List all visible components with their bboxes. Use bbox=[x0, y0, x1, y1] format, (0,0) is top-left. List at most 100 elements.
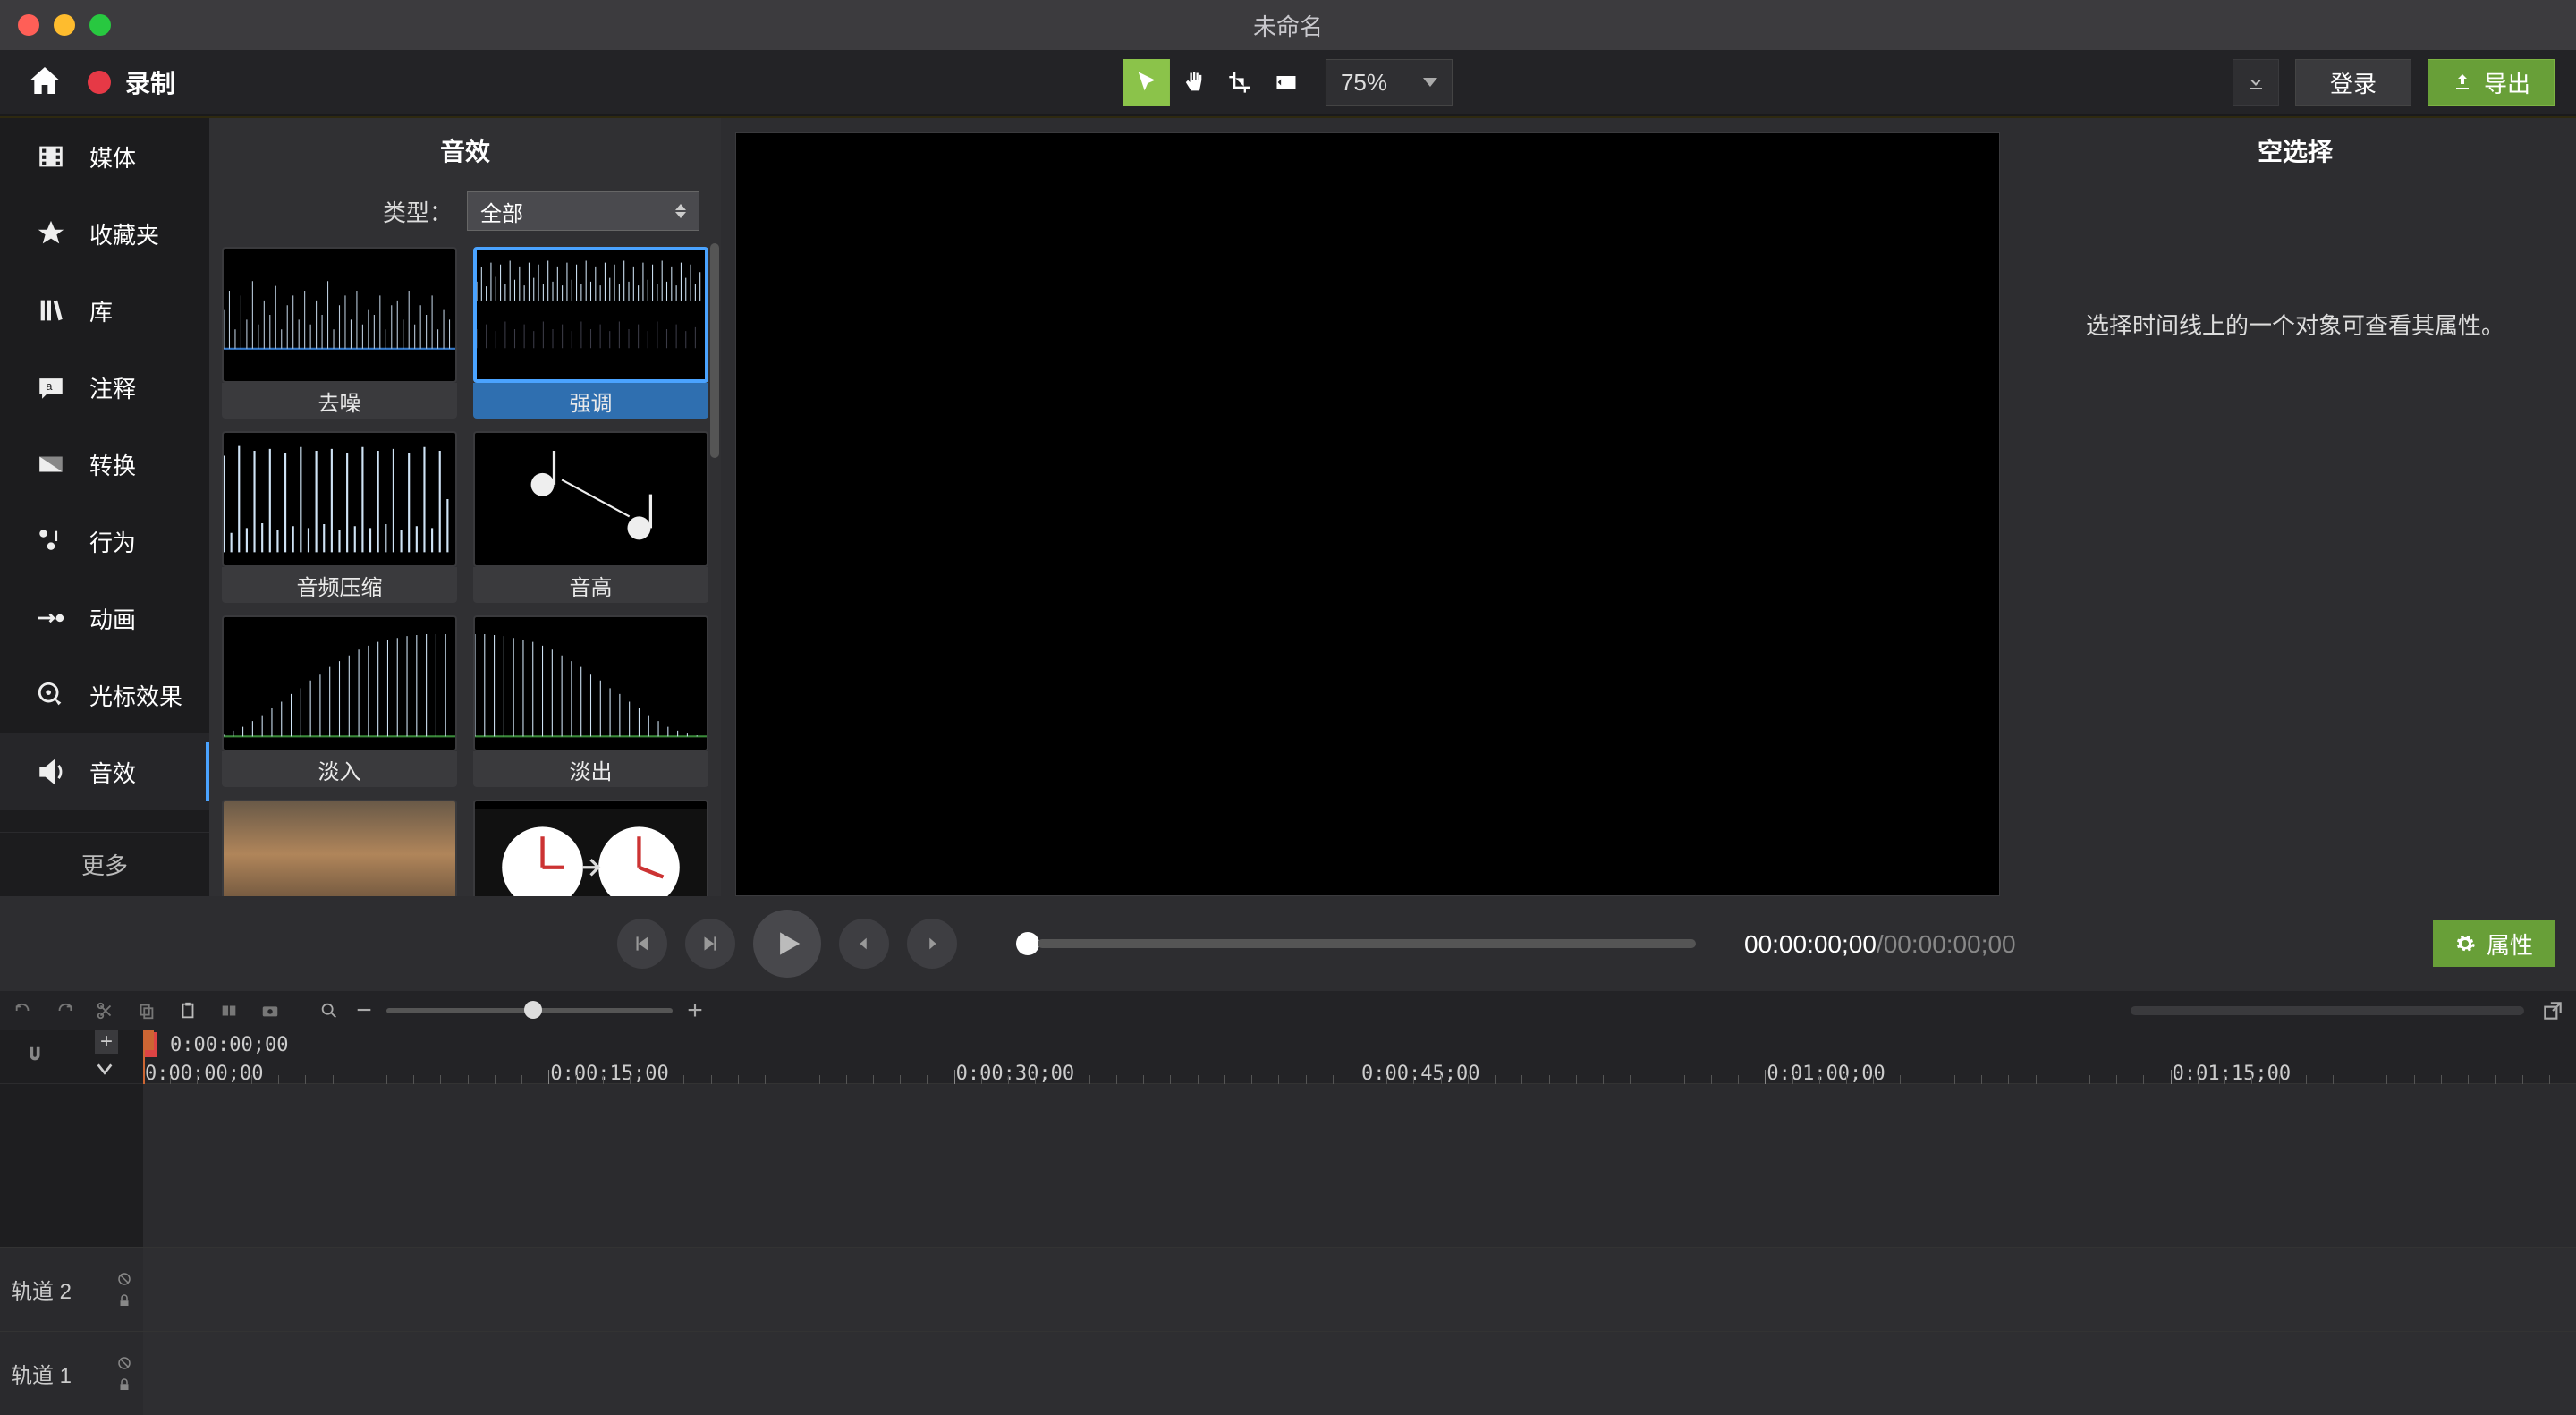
redo-button[interactable] bbox=[52, 998, 77, 1023]
effect-card-extra-2[interactable] bbox=[473, 800, 708, 896]
effect-card-pitch[interactable]: 音高 bbox=[473, 431, 708, 603]
window-zoom-icon[interactable] bbox=[89, 14, 111, 36]
snapshot-button[interactable] bbox=[258, 998, 283, 1023]
crop-tool[interactable] bbox=[1216, 59, 1263, 106]
effect-card-extra-1[interactable] bbox=[222, 800, 457, 896]
effect-card-fadeout[interactable]: 淡出 bbox=[473, 615, 708, 787]
effect-label: 去噪 bbox=[222, 383, 457, 419]
cut-button[interactable] bbox=[93, 998, 118, 1023]
video-preview[interactable] bbox=[735, 132, 2000, 896]
music-notes-icon bbox=[475, 433, 707, 565]
sidebar-item-audio-effects[interactable]: 音效 bbox=[0, 733, 209, 810]
paste-button[interactable] bbox=[175, 998, 200, 1023]
sidebar-item-transitions[interactable]: 转换 bbox=[0, 426, 209, 503]
waveform-icon bbox=[224, 433, 455, 565]
window-minimize-icon[interactable] bbox=[54, 14, 75, 36]
title-bar: 未命名 bbox=[0, 0, 2576, 50]
download-button[interactable] bbox=[2233, 59, 2279, 106]
scrubber-handle[interactable] bbox=[1016, 932, 1039, 955]
play-button[interactable] bbox=[753, 910, 821, 978]
behavior-icon bbox=[36, 526, 66, 556]
sidebar-item-behaviors[interactable]: 行为 bbox=[0, 503, 209, 580]
filter-value: 全部 bbox=[480, 196, 523, 227]
next-marker-button[interactable] bbox=[907, 919, 957, 969]
zoom-slider-handle[interactable] bbox=[524, 1001, 542, 1019]
track-header-2[interactable]: 轨道 2 bbox=[0, 1247, 143, 1331]
timecode-current: 00:00:00;00 bbox=[1744, 930, 1877, 958]
track-options-button[interactable] bbox=[95, 1059, 118, 1083]
sidebar: 媒体 收藏夹 库 a 注释 转换 行为 动画 光标效果 bbox=[0, 118, 209, 896]
timecode-display: 00:00:00;00/00:00:00;00 bbox=[1744, 929, 2016, 959]
track-lane-1[interactable] bbox=[143, 1331, 2576, 1415]
share-icon bbox=[2452, 72, 2473, 93]
timeline-canvas[interactable]: 0:00:00;00 0:00:00;000:00:15;000:00:30;0… bbox=[143, 1030, 2576, 1415]
zoom-in-button[interactable]: + bbox=[683, 996, 707, 1026]
effect-label: 淡出 bbox=[473, 751, 708, 787]
magnet-icon[interactable] bbox=[25, 1045, 45, 1069]
sidebar-label: 音效 bbox=[89, 756, 136, 789]
window-title: 未命名 bbox=[0, 0, 2576, 50]
top-toolbar: 录制 75% 登录 导出 bbox=[0, 50, 2576, 116]
prev-frame-button[interactable] bbox=[617, 919, 667, 969]
sidebar-more[interactable]: 更多 bbox=[0, 832, 209, 896]
window-close-icon[interactable] bbox=[18, 14, 39, 36]
sidebar-item-cursor-effects[interactable]: 光标效果 bbox=[0, 657, 209, 733]
sidebar-label: 转换 bbox=[89, 448, 136, 481]
login-button[interactable]: 登录 bbox=[2295, 59, 2411, 106]
sidebar-item-animations[interactable]: 动画 bbox=[0, 580, 209, 657]
clock-icon bbox=[475, 809, 707, 896]
split-button[interactable] bbox=[216, 998, 242, 1023]
effects-title: 音效 bbox=[209, 118, 721, 182]
hand-tool[interactable] bbox=[1170, 59, 1216, 106]
track-lane-2[interactable] bbox=[143, 1247, 2576, 1331]
effects-scrollbar[interactable] bbox=[710, 243, 719, 458]
select-tool[interactable] bbox=[1123, 59, 1170, 106]
ruler-label: 0:01:15;00 bbox=[2173, 1063, 2291, 1085]
effect-card-denoise[interactable]: 去噪 bbox=[222, 247, 457, 419]
waveform-icon bbox=[224, 249, 455, 381]
effect-card-fadein[interactable]: 淡入 bbox=[222, 615, 457, 787]
track-header-1[interactable]: 轨道 1 bbox=[0, 1331, 143, 1415]
record-icon bbox=[88, 71, 111, 94]
playback-scrubber[interactable] bbox=[1016, 932, 1696, 955]
zoom-out-button[interactable]: − bbox=[352, 996, 376, 1026]
sidebar-item-library[interactable]: 库 bbox=[0, 272, 209, 349]
sidebar-item-favorites[interactable]: 收藏夹 bbox=[0, 195, 209, 272]
svg-text:a: a bbox=[46, 379, 53, 393]
home-button[interactable] bbox=[27, 63, 63, 103]
disable-track-icon[interactable] bbox=[116, 1271, 132, 1287]
timeline-overview[interactable] bbox=[2131, 1006, 2524, 1015]
animation-icon bbox=[36, 603, 66, 633]
add-track-button[interactable]: + bbox=[95, 1030, 118, 1054]
zoom-search-icon[interactable] bbox=[317, 998, 342, 1023]
disable-track-icon[interactable] bbox=[116, 1355, 132, 1371]
lock-icon[interactable] bbox=[116, 1292, 132, 1309]
timecode-total: 00:00:00;00 bbox=[1884, 930, 2016, 958]
waveform-icon bbox=[224, 617, 455, 750]
timeline: + 轨道 2 轨道 1 0:00:00;00 0:00:00;000:00:15… bbox=[0, 1030, 2576, 1415]
undo-button[interactable] bbox=[11, 998, 36, 1023]
zoom-select[interactable]: 75% bbox=[1326, 59, 1453, 106]
timeline-ruler[interactable]: 0:00:00;00 0:00:00;000:00:15;000:00:30;0… bbox=[143, 1030, 2576, 1084]
ruler-label: 0:00:45;00 bbox=[1361, 1063, 1479, 1085]
detach-timeline-button[interactable] bbox=[2540, 998, 2565, 1023]
copy-button[interactable] bbox=[134, 998, 159, 1023]
lock-icon[interactable] bbox=[116, 1377, 132, 1393]
effect-card-compress[interactable]: 音频压缩 bbox=[222, 431, 457, 603]
zoom-slider[interactable] bbox=[386, 1008, 673, 1013]
properties-button[interactable]: 属性 bbox=[2433, 920, 2555, 967]
prev-marker-button[interactable] bbox=[839, 919, 889, 969]
sidebar-item-annotations[interactable]: a 注释 bbox=[0, 349, 209, 426]
playback-bar: 00:00:00;00/00:00:00;00 属性 bbox=[0, 896, 2576, 991]
record-button[interactable]: 录制 bbox=[88, 64, 175, 100]
effect-label: 音高 bbox=[473, 567, 708, 603]
sidebar-item-media[interactable]: 媒体 bbox=[0, 118, 209, 195]
gear-icon bbox=[2454, 933, 2476, 954]
pan-zoom-tool[interactable] bbox=[1263, 59, 1309, 106]
effect-card-emphasize[interactable]: 强调 bbox=[473, 247, 708, 419]
zoom-value: 75% bbox=[1341, 69, 1387, 97]
effects-type-select[interactable]: 全部 bbox=[467, 191, 699, 231]
chevron-down-icon bbox=[1423, 78, 1437, 87]
next-frame-button[interactable] bbox=[685, 919, 735, 969]
export-button[interactable]: 导出 bbox=[2428, 59, 2555, 106]
